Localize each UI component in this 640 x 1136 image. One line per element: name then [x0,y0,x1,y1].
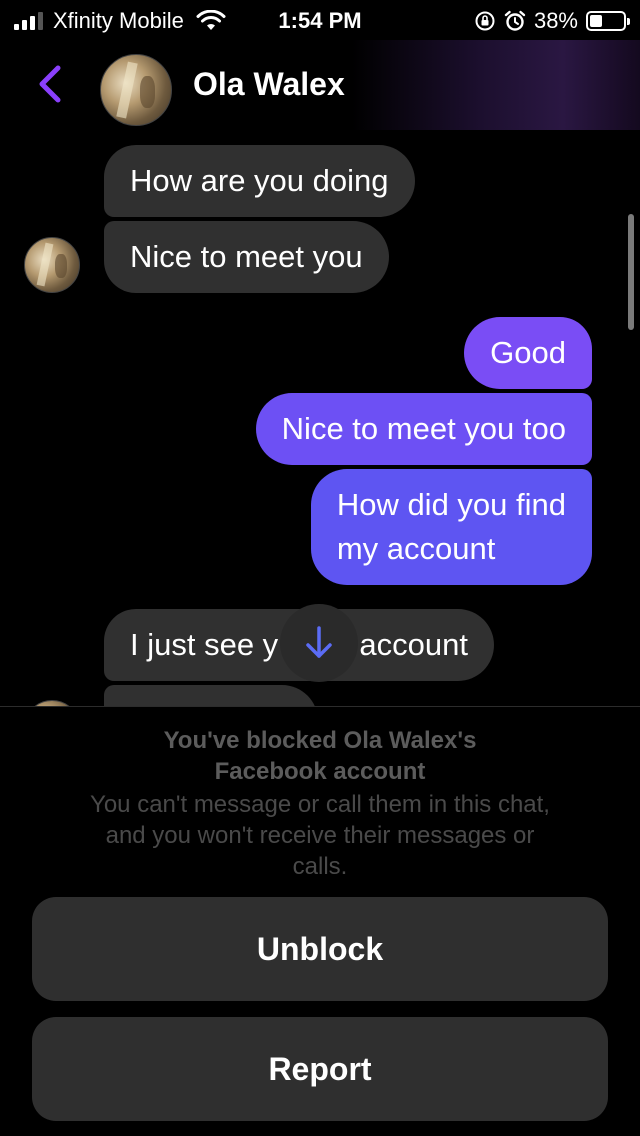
messenger-chat-screen: Xfinity Mobile 1:54 PM 38% Ola Walex How… [0,0,640,1136]
outgoing-message[interactable]: Good [464,317,592,389]
sender-avatar[interactable] [24,237,80,293]
blocked-title-line: Facebook account [214,758,426,785]
incoming-message-partial[interactable] [104,685,318,706]
incoming-message[interactable]: How are you doing [104,145,415,217]
message-text: Nice to meet you too [281,411,566,446]
scroll-to-bottom-button[interactable] [280,604,358,682]
unblock-button[interactable]: Unblock [32,897,608,1001]
conversation-header: Ola Walex [0,40,640,130]
battery-percent: 38% [533,8,578,33]
message-text-line: How did you find [336,487,566,522]
message-text: account [359,627,468,662]
message-text: Nice to meet you [130,239,363,274]
report-button[interactable]: Report [32,1017,608,1121]
alarm-icon [504,10,526,31]
message-text: Good [490,335,566,370]
blocked-desc-line: calls. [292,853,348,880]
blocked-title-line: You've blocked Ola Walex's [163,727,477,754]
message-text: How are you doing [130,163,389,198]
chevron-left-icon[interactable] [30,60,70,108]
scroll-indicator[interactable] [628,214,634,330]
outgoing-message[interactable]: Nice to meet you too [255,393,592,465]
message-text: I just see y [130,627,279,662]
orientation-lock-icon [475,11,495,31]
status-right: 38% [474,8,630,34]
contact-name[interactable]: Ola Walex [193,66,345,103]
incoming-message[interactable]: Nice to meet you [104,221,389,293]
message-list[interactable]: How are you doing Nice to meet you Good … [0,130,640,706]
battery-fill [590,15,603,27]
arrow-down-icon [306,626,332,658]
blocked-title: You've blocked Ola Walex's Facebook acco… [0,725,640,787]
unblock-label: Unblock [256,930,384,967]
blocked-desc-line: and you won't receive their messages or [105,822,535,849]
blocked-description: You can't message or call them in this c… [40,789,600,882]
report-label: Report [268,1050,372,1087]
contact-avatar[interactable] [100,54,172,126]
status-bar: Xfinity Mobile 1:54 PM 38% [0,0,640,40]
battery-icon [586,11,630,31]
message-text-line: my account [336,531,496,566]
outgoing-message[interactable]: How did you find my account [310,469,592,585]
blocked-desc-line: You can't message or call them in this c… [90,791,550,818]
blocked-panel: You've blocked Ola Walex's Facebook acco… [0,706,640,1136]
